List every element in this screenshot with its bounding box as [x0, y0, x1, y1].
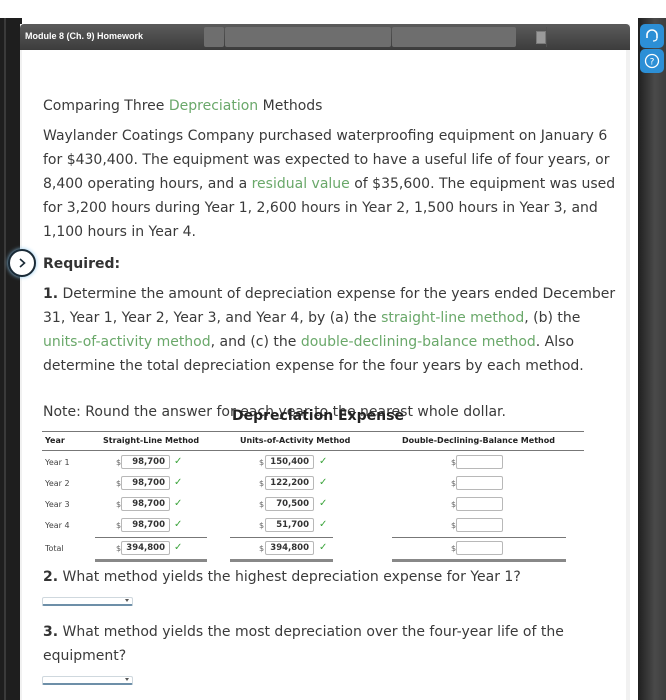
checkmark-icon: ✓ — [174, 498, 183, 509]
checkmark-icon: ✓ — [319, 519, 328, 530]
question-1: 1. Determine the amount of depreciation … — [43, 286, 616, 374]
units-of-activity-input[interactable]: 70,500 — [265, 497, 314, 511]
uoa-total-rule — [230, 559, 333, 562]
straight-line-input[interactable]: 98,700 — [121, 455, 170, 469]
row-label: Year 2 — [45, 479, 70, 488]
residual-value-link[interactable]: residual value — [252, 176, 350, 192]
chevron-down-icon — [125, 599, 129, 602]
ddb-subtotal-rule — [392, 537, 566, 538]
support-button[interactable] — [640, 24, 664, 48]
problem-heading: Comparing Three Depreciation Methods — [43, 98, 323, 114]
checkmark-icon: ✓ — [319, 477, 328, 488]
checkmark-icon: ✓ — [174, 519, 183, 530]
chevron-right-icon — [19, 258, 26, 268]
straight-line-input[interactable]: 98,700 — [121, 497, 170, 511]
toolbar-segment[interactable] — [204, 27, 224, 47]
left-frame — [0, 18, 22, 700]
ddb-link[interactable]: double-declining-balance method — [301, 334, 536, 350]
currency-symbol: $ — [259, 458, 265, 467]
q2-method-select[interactable] — [42, 597, 133, 606]
row-label: Year 1 — [45, 458, 70, 467]
straight-line-link[interactable]: straight-line method — [381, 310, 524, 326]
top-margin — [0, 0, 666, 18]
expand-button[interactable] — [8, 249, 36, 277]
question-circle-icon: ? — [644, 53, 660, 69]
row-label: Year 3 — [45, 500, 70, 509]
header-straight-line: Straight-Line Method — [103, 436, 200, 445]
header-year: Year — [45, 436, 65, 445]
sl-total-rule — [95, 559, 207, 562]
checkmark-icon: ✓ — [319, 456, 328, 467]
ddb-input[interactable] — [456, 476, 503, 490]
chevron-down-icon — [125, 678, 129, 681]
sl-subtotal-rule — [95, 537, 207, 538]
checkmark-icon: ✓ — [319, 542, 328, 553]
headset-icon — [646, 29, 658, 42]
toolbar-segment[interactable] — [225, 27, 375, 47]
straight-line-input[interactable]: 98,700 — [121, 476, 170, 490]
units-of-activity-input[interactable]: 150,400 — [265, 455, 314, 469]
row-label: Total — [45, 544, 64, 553]
ddb-input[interactable] — [456, 518, 503, 532]
units-of-activity-input[interactable]: 122,200 — [265, 476, 314, 490]
ddb-input[interactable] — [456, 541, 503, 555]
checkmark-icon: ✓ — [174, 542, 183, 553]
row-label: Year 4 — [45, 521, 70, 530]
required-label: Required: — [43, 256, 121, 272]
toolbar-segment[interactable] — [392, 27, 516, 47]
units-of-activity-link[interactable]: units-of-activity method — [43, 334, 211, 350]
straight-line-input[interactable]: 394,800 — [121, 541, 170, 555]
title-bar: Module 8 (Ch. 9) Homework — [20, 24, 630, 50]
problem-description: Waylander Coatings Company purchased wat… — [43, 128, 616, 240]
window-title: Module 8 (Ch. 9) Homework — [25, 31, 144, 41]
units-of-activity-input[interactable]: 51,700 — [265, 518, 314, 532]
header-ddb: Double-Declining-Balance Method — [402, 436, 555, 445]
svg-text:?: ? — [650, 58, 655, 68]
depreciation-link[interactable]: Depreciation — [169, 98, 258, 114]
ddb-total-rule — [392, 559, 566, 562]
toolbar-segment[interactable] — [371, 27, 391, 47]
document-icon[interactable] — [536, 31, 546, 44]
checkmark-icon: ✓ — [319, 498, 328, 509]
currency-symbol: $ — [259, 500, 265, 509]
currency-symbol: $ — [259, 479, 265, 488]
right-rail — [638, 18, 666, 700]
currency-symbol: $ — [259, 521, 265, 530]
checkmark-icon: ✓ — [174, 477, 183, 488]
checkmark-icon: ✓ — [174, 456, 183, 467]
question-2: 2. What method yields the highest deprec… — [43, 569, 521, 585]
ddb-input[interactable] — [456, 497, 503, 511]
table-top-rule — [42, 431, 584, 432]
header-units-of-activity: Units-of-Activity Method — [240, 436, 351, 445]
currency-symbol: $ — [259, 544, 265, 553]
question-3: 3. What method yields the most depreciat… — [43, 624, 564, 664]
header-bottom-rule — [42, 450, 584, 451]
uoa-subtotal-rule — [230, 537, 333, 538]
straight-line-input[interactable]: 98,700 — [121, 518, 170, 532]
toolbar-separator — [546, 27, 547, 47]
units-of-activity-input[interactable]: 394,800 — [265, 541, 314, 555]
ddb-input[interactable] — [456, 455, 503, 469]
help-button[interactable]: ? — [640, 49, 664, 73]
table-title: Depreciation Expense — [232, 408, 404, 424]
q3-method-select[interactable] — [42, 676, 133, 685]
